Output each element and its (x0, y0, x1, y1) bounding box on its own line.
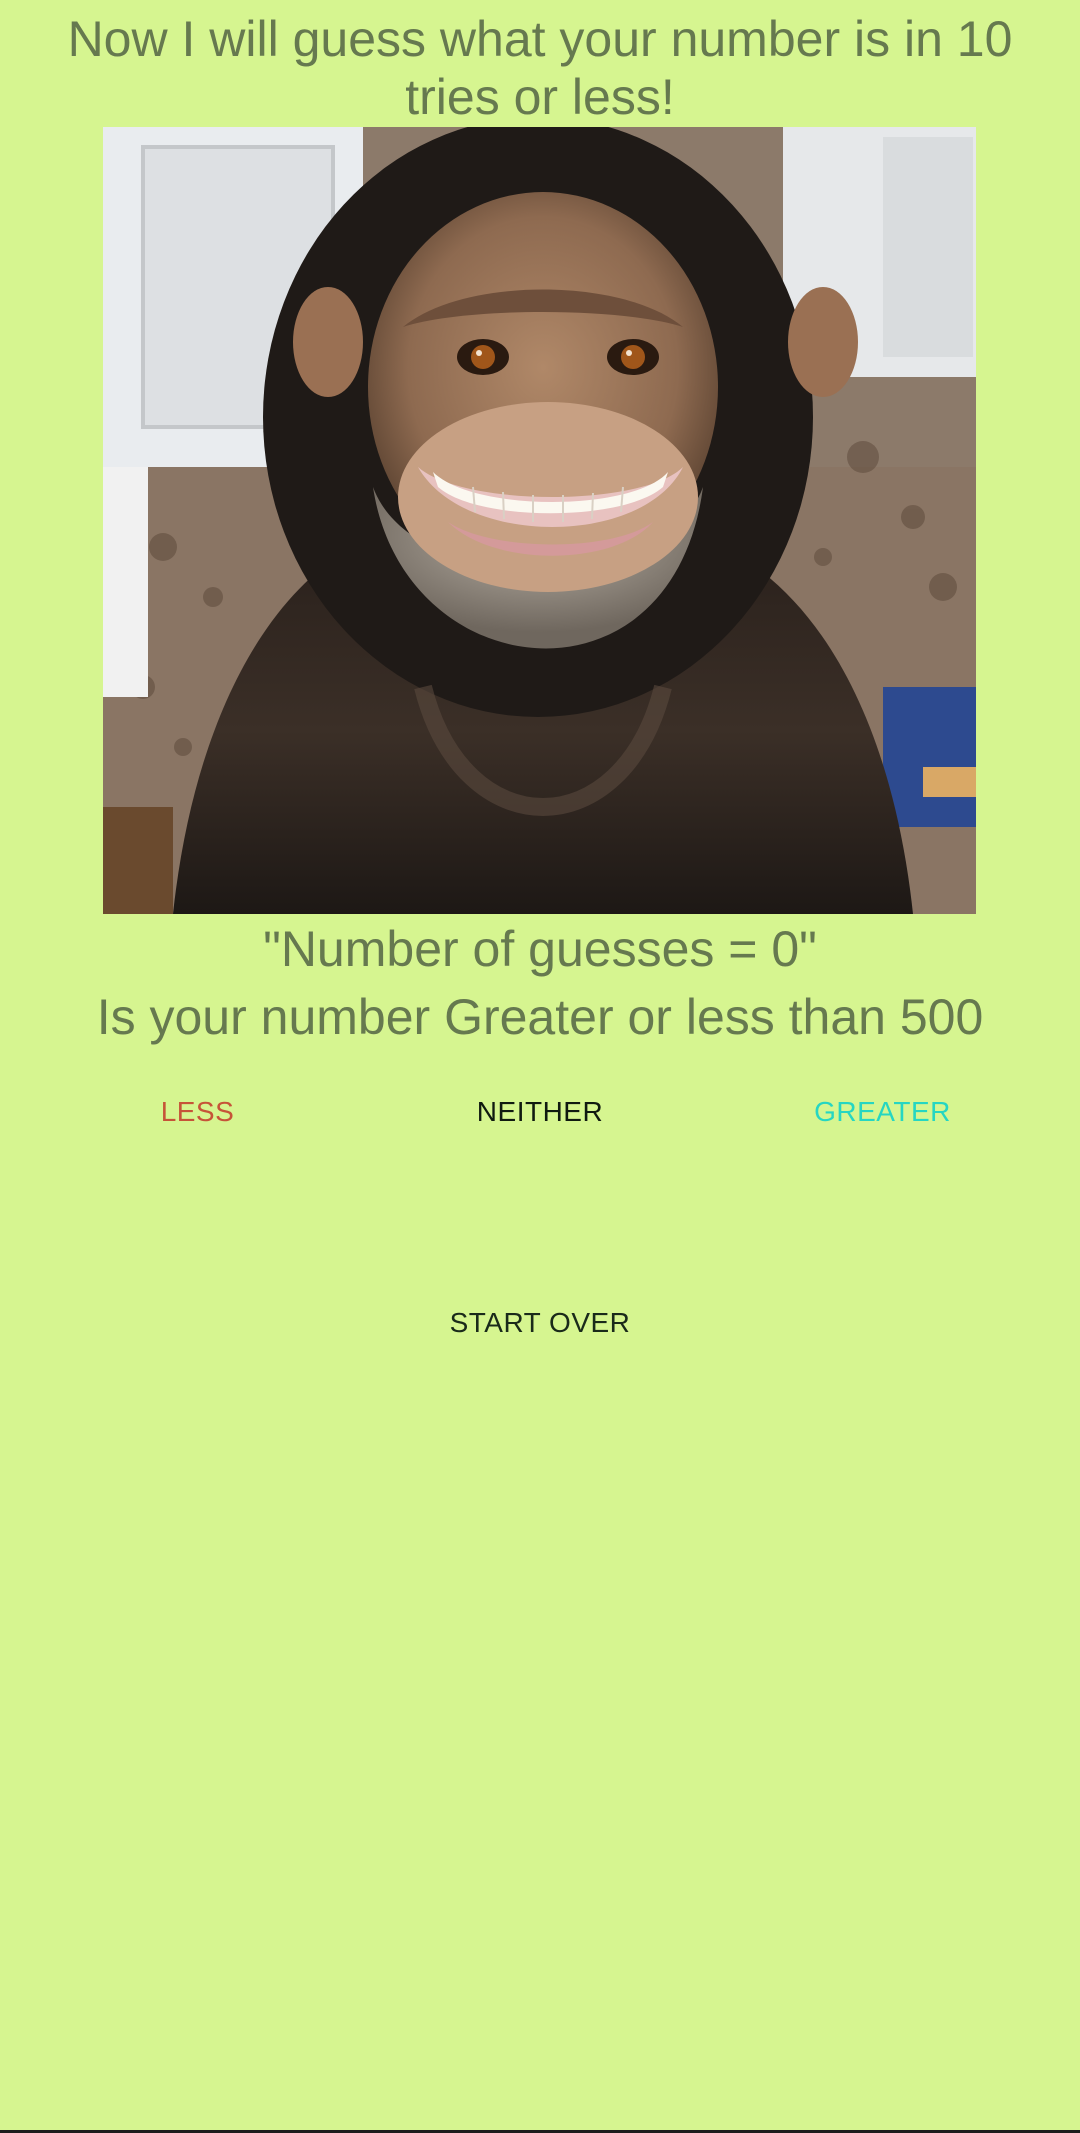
game-screen: Now I will guess what your number is in … (0, 0, 1080, 2133)
question-text: Is your number Greater or less than 500 (96, 989, 984, 1045)
start-over-button[interactable]: START OVER (400, 1303, 680, 1343)
chimpanzee-photo (103, 127, 976, 914)
chimpanzee-illustration (103, 127, 976, 914)
guess-count-text: "Number of guesses = 0" (263, 921, 817, 977)
page-title: Now I will guess what your number is in … (67, 11, 1013, 125)
neither-button[interactable]: NEITHER (440, 1092, 640, 1132)
less-button[interactable]: LESS (100, 1092, 295, 1132)
greater-button[interactable]: GREATER (780, 1092, 985, 1132)
